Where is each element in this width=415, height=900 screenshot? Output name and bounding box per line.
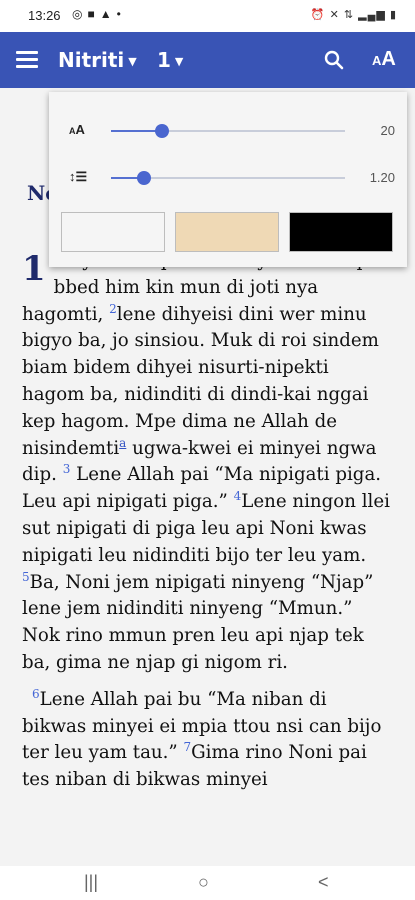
font-size-slider[interactable] <box>111 124 345 138</box>
font-size-row: AA 20 <box>49 116 407 146</box>
mute-icon: ✕ <box>329 9 340 21</box>
verse-number[interactable]: 6 <box>32 687 40 701</box>
font-size-icon: AA <box>69 122 85 137</box>
book-selector[interactable]: Nitriti ▼ <box>58 48 137 72</box>
status-icons-right: ⏰ ✕ ⇅ ▂▄▆ ▮ <box>311 8 397 21</box>
line-spacing-value: 1.20 <box>369 170 395 185</box>
chapter-number: 1 <box>157 48 171 72</box>
line-spacing-slider-thumb[interactable] <box>136 171 151 185</box>
dot-icon: • <box>116 7 121 21</box>
line-spacing-icon: ↕☰ <box>69 169 88 184</box>
app-toolbar: Nitriti ▼ 1 ▼ AA <box>0 32 415 88</box>
verse-number[interactable]: 7 <box>184 740 192 754</box>
chapter-selector[interactable]: 1 ▼ <box>157 48 183 72</box>
alert-icon: ▲ <box>99 7 112 21</box>
4g-signal-icon: ⇅ <box>343 9 355 21</box>
verse-number[interactable]: 2 <box>109 302 117 316</box>
status-icons-left: ◎ ■ ▲ • <box>72 7 121 21</box>
line-spacing-row: ↕☰ 1.20 <box>49 163 407 193</box>
alarm-icon: ⏰ <box>310 9 326 21</box>
theme-black-button[interactable] <box>289 212 393 252</box>
verse-text: Ba, Noni jem nipigati ninyeng “Njap” len… <box>22 571 374 673</box>
font-size-value: 20 <box>380 123 395 138</box>
status-bar: 13:26 ◎ ■ ▲ • ⏰ ✕ ⇅ ▂▄▆ ▮ <box>0 0 415 32</box>
chapter-drop-number: 1 <box>22 249 46 289</box>
book-name: Nitriti <box>58 48 125 72</box>
home-button[interactable]: ○ <box>198 872 209 893</box>
verse-number[interactable]: 5 <box>22 570 30 584</box>
line-spacing-slider[interactable] <box>111 171 345 185</box>
search-icon[interactable] <box>322 48 346 72</box>
font-size-slider-thumb[interactable] <box>155 124 170 138</box>
chapter-text: 1 kinyon ei nipai tes dihyeisi kin mpia-… <box>22 248 396 794</box>
battery-icon: ▮ <box>389 9 397 21</box>
chevron-down-icon: ▼ <box>174 55 184 68</box>
status-time: 13:26 <box>28 8 61 23</box>
text-size-small-glyph: A <box>372 53 382 68</box>
text-settings-panel: AA 20 ↕☰ 1.20 <box>49 92 407 267</box>
whatsapp-icon: ◎ <box>72 7 83 21</box>
back-button[interactable]: < <box>318 872 329 893</box>
chevron-down-icon: ▼ <box>128 55 137 68</box>
footnote-link[interactable]: a <box>119 436 126 450</box>
theme-white-button[interactable] <box>61 212 165 252</box>
verse-number[interactable]: 3 <box>63 462 71 476</box>
theme-sepia-button[interactable] <box>175 212 279 252</box>
system-nav-bar: ||| ○ < <box>0 866 415 900</box>
text-size-button[interactable]: AA <box>372 48 402 72</box>
text-size-large-glyph: A <box>381 48 396 70</box>
paragraph: 6Lene Allah pai bu “Ma niban di bikwas m… <box>22 687 396 794</box>
menu-icon[interactable] <box>16 48 38 72</box>
signal-icon: ▂▄▆ <box>358 9 386 21</box>
recents-button[interactable]: ||| <box>84 872 98 893</box>
message-icon: ■ <box>87 7 95 21</box>
paragraph: 1 kinyon ei nipai tes dihyeisi kin mpia-… <box>22 248 396 677</box>
verse-text: lene dihyeisi dini wer minu bigyo ba, jo… <box>22 303 379 459</box>
